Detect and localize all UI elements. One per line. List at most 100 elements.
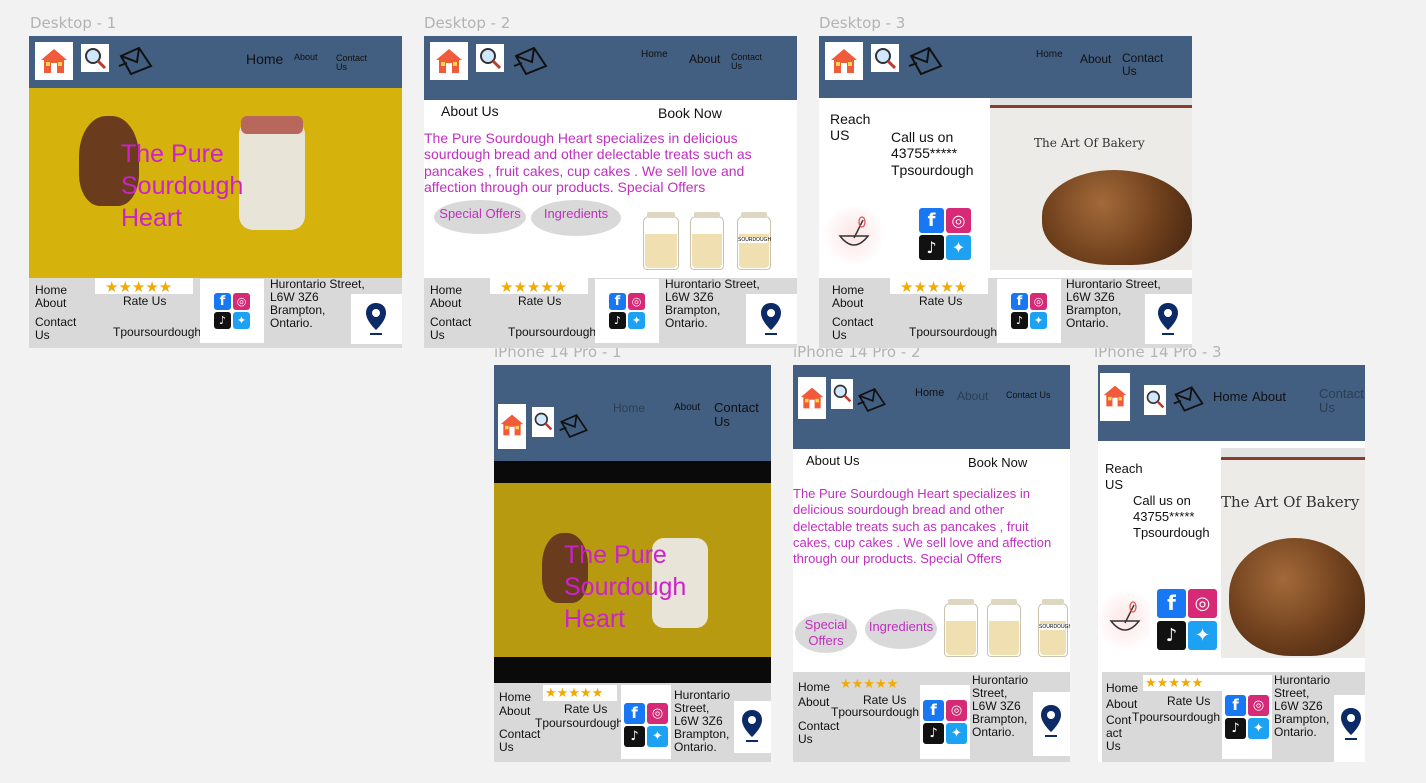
facebook-icon[interactable]: f [624,703,645,724]
map-pin-button[interactable] [746,294,797,344]
instagram-icon[interactable]: ◎ [647,703,668,724]
instagram-icon[interactable]: ◎ [1030,293,1047,310]
home-icon-button[interactable] [825,42,863,80]
footer-home[interactable]: Home [499,691,531,704]
instagram-icon[interactable]: ◎ [233,293,250,310]
nav-about[interactable]: About [1252,390,1286,404]
facebook-icon[interactable]: f [919,208,944,233]
nav-contact[interactable]: Contact Us [336,53,376,73]
home-icon-button[interactable] [430,42,468,80]
tiktok-icon[interactable]: ♪ [214,312,231,329]
instagram-icon[interactable]: ◎ [628,293,645,310]
nav-contact[interactable]: Contact Us [1319,387,1364,414]
twitter-icon[interactable]: ✦ [1030,312,1047,329]
home-icon-button[interactable] [498,404,526,449]
tiktok-icon[interactable]: ♪ [1157,621,1186,650]
ingredients-button[interactable]: Ingredients [865,609,937,649]
tiktok-icon[interactable]: ♪ [919,235,944,260]
nav-home[interactable]: Home [246,52,283,67]
footer-about[interactable]: About [35,297,66,310]
facebook-icon[interactable]: f [214,293,231,310]
map-pin-button[interactable] [1334,695,1365,762]
twitter-icon[interactable]: ✦ [1188,621,1217,650]
rating-stars[interactable]: ★★★★★ [890,278,988,296]
nav-home[interactable]: Home [1036,49,1063,61]
search-button[interactable] [1144,385,1166,415]
rating-stars[interactable]: ★★★★★ [95,278,193,296]
map-pin-button[interactable] [1145,294,1192,344]
special-offers-button[interactable]: Special Offers [434,200,526,234]
envelope-icon[interactable] [512,46,550,76]
twitter-icon[interactable]: ✦ [946,723,967,744]
tab-about-us[interactable]: About Us [441,103,499,119]
facebook-icon[interactable]: f [1157,589,1186,618]
nav-home[interactable]: Home [915,387,944,400]
rating-stars[interactable]: ★★★★★ [838,676,916,691]
tab-book-now[interactable]: Book Now [968,455,1027,470]
envelope-icon[interactable] [856,387,888,413]
facebook-icon[interactable]: f [1225,695,1246,716]
footer-about[interactable]: About [798,696,829,709]
instagram-icon[interactable]: ◎ [1188,589,1217,618]
twitter-icon[interactable]: ✦ [233,312,250,329]
footer-contact[interactable]: Contact Us [35,316,85,342]
ingredients-button[interactable]: Ingredients [531,200,621,236]
instagram-icon[interactable]: ◎ [946,700,967,721]
instagram-icon[interactable]: ◎ [1248,695,1269,716]
footer-home[interactable]: Home [1106,682,1138,695]
map-pin-button[interactable] [1033,692,1070,756]
nav-contact[interactable]: Contact Us [1122,52,1172,77]
search-button[interactable] [81,44,109,72]
rating-stars[interactable]: ★★★★★ [490,278,588,296]
search-button[interactable] [831,379,853,409]
envelope-icon[interactable] [907,46,945,76]
nav-about[interactable]: About [294,52,318,62]
tiktok-icon[interactable]: ♪ [1011,312,1028,329]
envelope-icon[interactable] [1172,385,1206,413]
nav-home[interactable]: Home [641,49,668,61]
nav-about[interactable]: About [1080,53,1111,66]
search-button[interactable] [476,44,504,72]
nav-about[interactable]: About [689,53,720,66]
twitter-icon[interactable]: ✦ [946,235,971,260]
twitter-icon[interactable]: ✦ [647,726,668,747]
nav-about[interactable]: About [957,390,988,403]
nav-contact[interactable]: Contact Us [731,52,771,72]
footer-contact[interactable]: Contact Us [499,728,544,754]
footer-about[interactable]: About [832,297,863,310]
footer-contact[interactable]: Contact Us [430,316,480,342]
nav-contact[interactable]: Contact Us [714,401,769,428]
special-offers-button[interactable]: Special Offers [795,613,857,653]
facebook-icon[interactable]: f [609,293,626,310]
nav-contact[interactable]: Contact Us [1006,390,1051,400]
rating-stars[interactable]: ★★★★★ [543,685,617,701]
envelope-icon[interactable] [117,46,155,76]
home-icon-button[interactable] [798,377,826,419]
nav-home[interactable]: Home [613,402,645,415]
tiktok-icon[interactable]: ♪ [609,312,626,329]
footer-contact[interactable]: Contact Us [798,720,843,746]
footer-about[interactable]: About [430,297,461,310]
facebook-icon[interactable]: f [923,700,944,721]
instagram-icon[interactable]: ◎ [946,208,971,233]
facebook-icon[interactable]: f [1011,293,1028,310]
map-pin-button[interactable] [351,294,402,344]
home-icon-button[interactable] [1100,373,1130,421]
footer-contact[interactable]: Contact Us [832,316,882,342]
nav-about[interactable]: About [674,402,700,414]
tab-book-now[interactable]: Book Now [658,105,722,121]
tiktok-icon[interactable]: ♪ [1225,718,1246,739]
twitter-icon[interactable]: ✦ [628,312,645,329]
map-pin-button[interactable] [734,701,771,753]
footer-about[interactable]: About [499,705,530,718]
tab-about-us[interactable]: About Us [806,453,859,468]
search-button[interactable] [532,407,554,437]
envelope-icon[interactable] [558,413,590,439]
tiktok-icon[interactable]: ♪ [923,723,944,744]
nav-home[interactable]: Home [1213,390,1248,404]
home-icon-button[interactable] [35,42,73,80]
search-button[interactable] [871,44,899,72]
tiktok-icon[interactable]: ♪ [624,726,645,747]
twitter-icon[interactable]: ✦ [1248,718,1269,739]
footer-home[interactable]: Home [798,681,830,694]
